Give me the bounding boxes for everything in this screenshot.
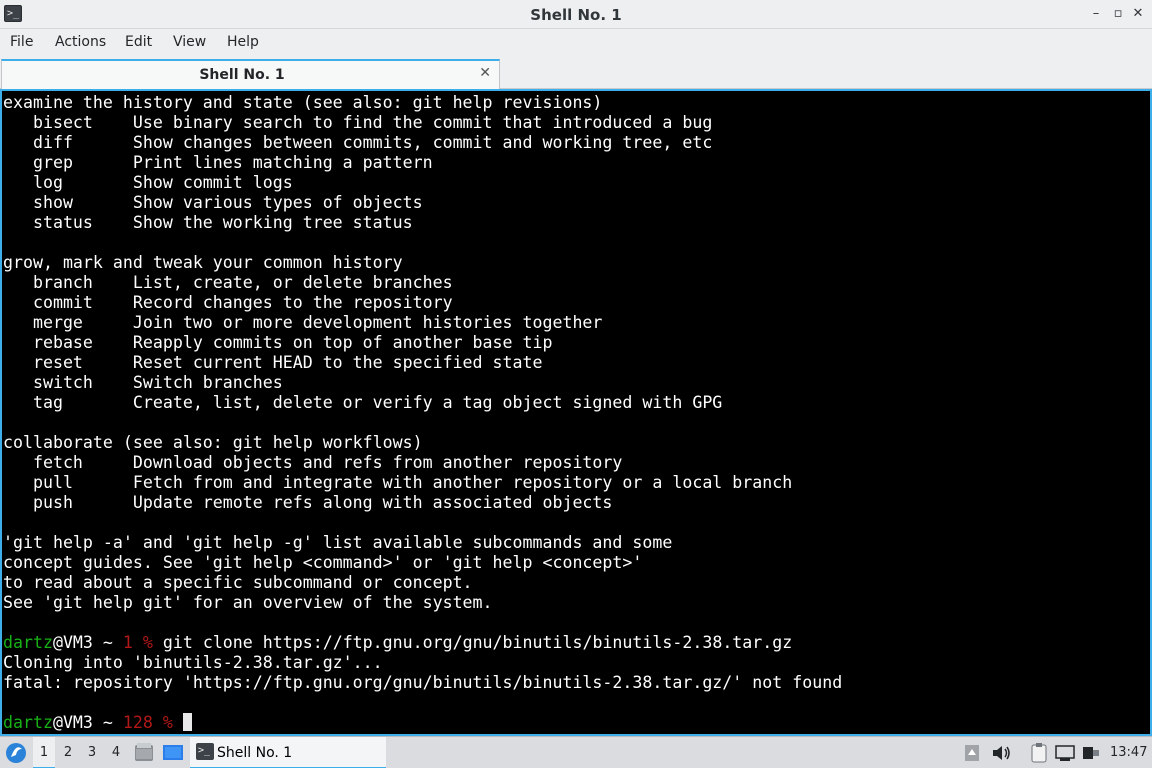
- desktop-3[interactable]: 3: [81, 737, 103, 768]
- terminal-output: examine the history and state (see also:…: [3, 93, 1142, 732]
- terminal-line: branch List, create, or delete branches: [3, 273, 453, 292]
- terminal-line: push Update remote refs along with assoc…: [3, 493, 613, 512]
- show-desktop-icon[interactable]: [161, 737, 185, 768]
- terminal-line: rebase Reapply commits on top of another…: [3, 333, 553, 352]
- tab-shell-1[interactable]: Shell No. 1 ✕: [1, 59, 500, 89]
- terminal-line: See 'git help git' for an overview of th…: [3, 593, 493, 612]
- menu-edit[interactable]: Edit: [125, 34, 152, 50]
- prompt-host: @VM3 ~: [52, 633, 123, 652]
- tab-bar: Shell No. 1 ✕: [0, 57, 1152, 89]
- prompt-user: dartz: [3, 713, 53, 732]
- terminal-line: show Show various types of objects: [3, 193, 423, 212]
- menu-view[interactable]: View: [173, 34, 206, 50]
- menu-bar: File Actions Edit View Help: [0, 29, 1152, 57]
- terminal-icon: >_: [196, 743, 214, 760]
- terminal-line: Cloning into 'binutils-2.38.tar.gz'...: [3, 653, 383, 672]
- prompt-status: 128 %: [122, 713, 173, 732]
- desktop-2[interactable]: 2: [57, 737, 79, 768]
- file-manager-icon[interactable]: [133, 737, 155, 768]
- terminal-line: fetch Download objects and refs from ano…: [3, 453, 623, 472]
- terminal-line: log Show commit logs: [3, 173, 293, 192]
- menu-actions[interactable]: Actions: [55, 34, 106, 50]
- terminal-view[interactable]: examine the history and state (see also:…: [0, 89, 1152, 736]
- title-bar: >_ Shell No. 1 – ▫ ✕: [0, 0, 1152, 29]
- volume-icon[interactable]: [990, 737, 1012, 768]
- notifications-icon[interactable]: [962, 737, 982, 768]
- maximize-button[interactable]: ▫: [1108, 4, 1128, 24]
- terminal-line: examine the history and state (see also:…: [3, 93, 603, 112]
- terminal-line: fatal: repository 'https://ftp.gnu.org/g…: [3, 673, 843, 692]
- desktop-4[interactable]: 4: [105, 737, 127, 768]
- power-icon[interactable]: [1080, 737, 1102, 768]
- terminal-line: commit Record changes to the repository: [3, 293, 453, 312]
- network-icon[interactable]: [1054, 737, 1076, 768]
- menu-help[interactable]: Help: [227, 34, 259, 50]
- terminal-line: concept guides. See 'git help <command>'…: [3, 553, 643, 572]
- task-shell-1[interactable]: >_ Shell No. 1: [190, 737, 386, 768]
- terminal-line: tag Create, list, delete or verify a tag…: [3, 393, 723, 412]
- minimize-button[interactable]: –: [1086, 4, 1106, 24]
- prompt-command: git clone https://ftp.gnu.org/gnu/binuti…: [152, 633, 793, 652]
- clock[interactable]: 13:47: [1110, 737, 1150, 768]
- text-cursor: [182, 713, 192, 731]
- start-menu-icon[interactable]: [3, 737, 31, 768]
- desktop-1[interactable]: 1: [33, 737, 55, 768]
- terminal-line: grep Print lines matching a pattern: [3, 153, 433, 172]
- prompt-status: 1 %: [122, 633, 153, 652]
- terminal-line: to read about a specific subcommand or c…: [3, 573, 473, 592]
- terminal-line: diff Show changes between commits, commi…: [3, 133, 713, 152]
- terminal-line: merge Join two or more development histo…: [3, 313, 603, 332]
- close-button[interactable]: ✕: [1128, 4, 1148, 24]
- tab-label: Shell No. 1: [199, 67, 285, 83]
- prompt-line-active[interactable]: dartz@VM3 ~ 128 %: [3, 713, 1142, 732]
- prompt-host: @VM3 ~: [52, 713, 123, 732]
- tab-close-icon[interactable]: ✕: [479, 65, 491, 81]
- taskbar: 1 2 3 4 >_ Shell No. 1 13:47: [0, 736, 1152, 768]
- terminal-line: bisect Use binary search to find the com…: [3, 113, 713, 132]
- terminal-line: pull Fetch from and integrate with anoth…: [3, 473, 793, 492]
- menu-file[interactable]: File: [10, 34, 33, 50]
- clipboard-icon[interactable]: [1028, 737, 1050, 768]
- prompt-user: dartz: [3, 633, 53, 652]
- terminal-line: reset Reset current HEAD to the specifie…: [3, 353, 543, 372]
- terminal-line: switch Switch branches: [3, 373, 283, 392]
- terminal-line: status Show the working tree status: [3, 213, 413, 232]
- task-label: Shell No. 1: [217, 745, 293, 761]
- window-title: Shell No. 1: [530, 6, 622, 24]
- terminal-line: collaborate (see also: git help workflow…: [3, 433, 423, 452]
- terminal-line: 'git help -a' and 'git help -g' list ava…: [3, 533, 673, 552]
- terminal-line: grow, mark and tweak your common history: [3, 253, 403, 272]
- prompt-line: dartz@VM3 ~ 1 % git clone https://ftp.gn…: [3, 633, 1142, 653]
